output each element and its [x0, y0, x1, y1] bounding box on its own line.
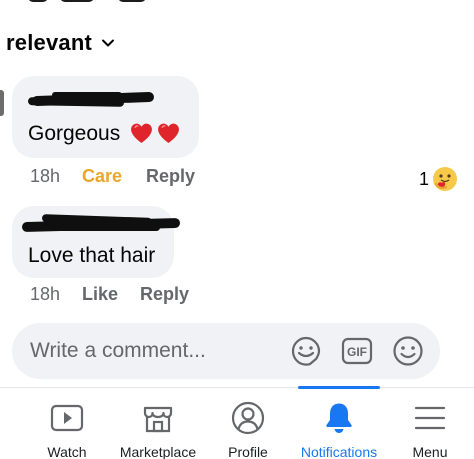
like-button[interactable]: Like [82, 284, 140, 305]
redaction-mark [118, 0, 146, 2]
emoji-picker-icon[interactable] [390, 333, 426, 369]
comment-text: Love that hair [28, 244, 156, 267]
redaction-mark [28, 0, 48, 2]
heart-icon [158, 123, 179, 143]
bottom-tab-bar: Watch Marketplace Profile Notifications … [0, 388, 474, 459]
sticker-icon[interactable] [288, 333, 324, 369]
gif-label: GIF [347, 345, 367, 359]
comment-actions: 18h Care Reply [30, 166, 195, 187]
reaction-count: 1 [419, 168, 430, 189]
comment-actions: 18h Like Reply [30, 284, 189, 305]
tab-label: Notifications [300, 444, 378, 459]
reply-button[interactable]: Reply [146, 166, 195, 187]
tab-label: Profile [228, 444, 268, 459]
comment-timestamp: 18h [30, 284, 61, 304]
chevron-down-icon [101, 39, 114, 47]
previous-content-cutoff [0, 0, 198, 4]
tab-menu[interactable]: Menu [404, 388, 456, 459]
tab-marketplace[interactable]: Marketplace [115, 388, 201, 459]
reply-button[interactable]: Reply [140, 284, 189, 305]
sort-label: relevant [6, 30, 92, 55]
comment-timestamp: 18h [30, 166, 61, 186]
redacted-author-name [21, 214, 184, 234]
tab-label: Menu [412, 444, 448, 459]
redaction-mark [60, 0, 94, 2]
redacted-author-name [27, 90, 158, 110]
bell-icon [326, 403, 352, 433]
marketplace-icon [143, 406, 173, 433]
tab-label: Watch [47, 444, 87, 459]
watch-icon [50, 404, 84, 432]
tab-watch[interactable]: Watch [38, 388, 96, 459]
tab-notifications[interactable]: Notifications [297, 388, 381, 459]
care-reaction-button[interactable]: Care [82, 166, 146, 187]
gif-icon[interactable]: GIF [339, 333, 375, 369]
tab-label: Marketplace [119, 444, 197, 459]
avatar[interactable] [0, 90, 4, 116]
tab-profile[interactable]: Profile [220, 388, 276, 459]
heart-icon [131, 123, 152, 143]
comment-composer[interactable]: Write a comment... GIF [12, 323, 440, 379]
care-emoji-icon [433, 167, 458, 191]
comment-sort-dropdown[interactable]: relevant [6, 30, 116, 56]
comment-text: Gorgeous [28, 122, 121, 145]
comment-input[interactable]: Write a comment... [30, 339, 206, 363]
menu-icon [414, 406, 446, 430]
reaction-summary[interactable]: 1 [419, 166, 458, 192]
heart-emojis [129, 121, 181, 146]
profile-icon [231, 401, 265, 435]
